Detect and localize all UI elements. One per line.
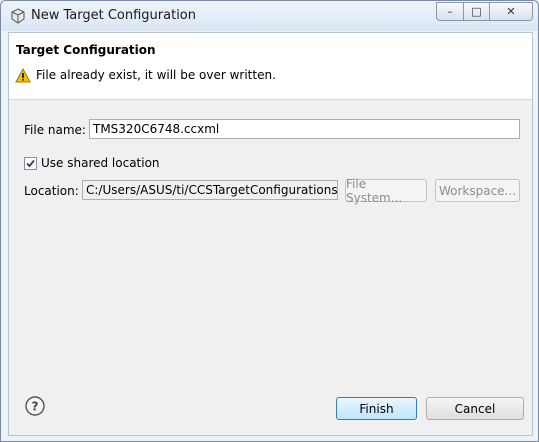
location-field[interactable]: C:/Users/ASUS/ti/CCSTargetConfigurations xyxy=(82,180,338,200)
window-controls: – □ ✕ xyxy=(436,2,533,21)
window-title: New Target Configuration xyxy=(31,8,197,23)
warning-message: File already exist, it will be over writ… xyxy=(36,68,276,82)
dialog-body: Target Configuration File already exist,… xyxy=(8,32,533,436)
checkmark-icon xyxy=(26,159,35,168)
use-shared-checkbox[interactable] xyxy=(24,157,37,170)
maximize-icon: □ xyxy=(471,5,482,18)
app-cube-icon xyxy=(10,8,26,24)
close-icon: ✕ xyxy=(506,5,516,18)
title-bar[interactable]: New Target Configuration – □ ✕ xyxy=(1,1,538,31)
help-icon[interactable]: ? xyxy=(25,396,45,416)
workspace-button[interactable]: Workspace... xyxy=(435,179,520,202)
close-button[interactable]: ✕ xyxy=(490,2,533,21)
minimize-button[interactable]: – xyxy=(436,2,464,21)
page-title: Target Configuration xyxy=(16,43,156,57)
header-banner: Target Configuration File already exist,… xyxy=(9,33,532,100)
use-shared-label: Use shared location xyxy=(41,156,160,170)
warning-icon xyxy=(15,67,31,83)
finish-button[interactable]: Finish xyxy=(336,397,417,420)
file-name-label: File name: xyxy=(24,123,86,137)
file-name-field[interactable]: TMS320C6748.ccxml xyxy=(89,119,520,139)
location-label: Location: xyxy=(24,184,79,198)
maximize-button[interactable]: □ xyxy=(464,2,490,21)
file-system-button[interactable]: File System... xyxy=(345,177,427,205)
cancel-button[interactable]: Cancel xyxy=(426,397,524,420)
svg-text:?: ? xyxy=(32,400,39,414)
dialog-window: New Target Configuration – □ ✕ Target Co… xyxy=(0,0,539,442)
minimize-icon: – xyxy=(447,5,453,18)
